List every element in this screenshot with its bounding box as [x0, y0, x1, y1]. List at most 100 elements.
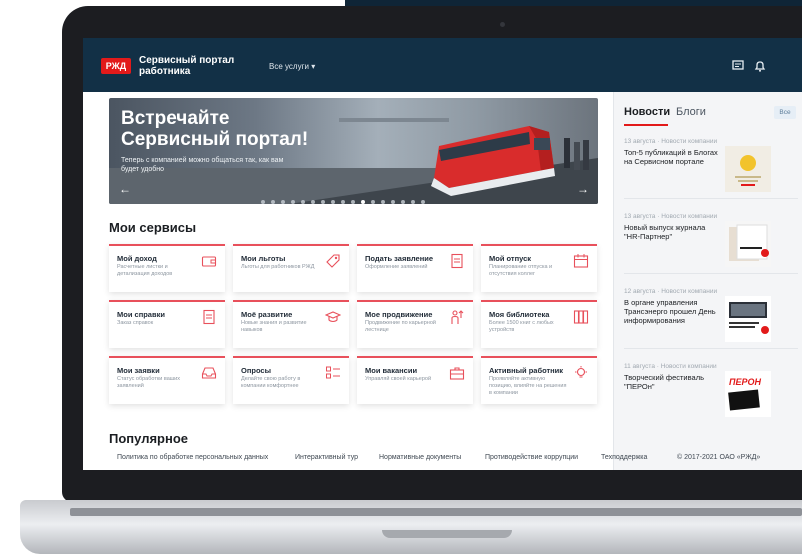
service-card-requests[interactable]: Мои заявки Статус обработки ваших заявле… — [109, 356, 225, 404]
card-title: Мой доход — [117, 254, 157, 263]
app-title[interactable]: Сервисный портал работника — [139, 55, 249, 77]
carousel-dot[interactable] — [401, 200, 405, 204]
carousel-dot[interactable] — [301, 200, 305, 204]
rzd-logo[interactable]: РЖД — [101, 58, 131, 74]
card-title: Моя библиотека — [489, 310, 550, 319]
all-services-label: Все услуги — [269, 62, 309, 71]
all-news-button[interactable]: Все — [774, 106, 796, 119]
carousel-dot[interactable] — [281, 200, 285, 204]
carousel-dot[interactable] — [321, 200, 325, 204]
carousel-dot[interactable] — [421, 200, 425, 204]
footer-link-support[interactable]: Техподдержка — [601, 454, 647, 461]
carousel-dot[interactable] — [291, 200, 295, 204]
card-subtitle: Делайте свою работу в компании комфортне… — [241, 376, 301, 389]
card-subtitle: Продвижение по карьерной лестнице — [365, 320, 436, 333]
document-icon — [451, 253, 463, 269]
card-subtitle: Управляй своей карьерой — [365, 376, 432, 382]
card-subtitle: Проявляйте активную позицию, влияйте на … — [489, 376, 567, 396]
news-item[interactable]: 13 августа · Новости компании Топ-5 публ… — [624, 138, 798, 199]
chat-icon[interactable] — [731, 59, 745, 73]
carousel-dot[interactable] — [351, 200, 355, 204]
footer-link-privacy[interactable]: Политика по обработке персональных данны… — [117, 454, 268, 461]
popular-heading: Популярное — [109, 431, 189, 446]
graduation-cap-icon — [325, 311, 341, 323]
service-card-surveys[interactable]: Опросы Делайте свою работу в компании ко… — [233, 356, 349, 404]
news-item[interactable]: 11 августа · Новости компании Творческий… — [624, 363, 798, 417]
service-card-active-worker[interactable]: Активный работник Проявляйте активную по… — [481, 356, 597, 404]
briefcase-icon — [449, 367, 465, 380]
thumbnail-ticket — [728, 389, 760, 411]
banner-title: Встречайте Сервисный портал! — [121, 108, 309, 150]
service-card-benefits[interactable]: Мои льготы Льготы для работников РЖД — [233, 244, 349, 292]
banner-next-arrow-icon[interactable]: → — [577, 182, 589, 196]
lightbulb-icon — [575, 366, 587, 378]
service-card-certificates[interactable]: Мои справки Заказ справок — [109, 300, 225, 348]
card-title: Мой отпуск — [489, 254, 532, 263]
footer-link-anticorruption[interactable]: Противодействие коррупции — [485, 454, 578, 461]
service-card-development[interactable]: Моё развитие Новые знания и развитие нав… — [233, 300, 349, 348]
services-heading: Мои сервисы — [109, 220, 197, 235]
all-services-menu[interactable]: Все услуги ▾ — [269, 62, 315, 71]
screen: РЖД Сервисный портал работника Все услуг… — [83, 38, 802, 470]
banner-subtitle: Теперь с компанией можно общаться так, к… — [121, 157, 284, 173]
card-title: Опросы — [241, 366, 272, 375]
service-card-library[interactable]: Моя библиотека Более 1500 книг с любых у… — [481, 300, 597, 348]
service-card-application[interactable]: Подать заявление Оформление заявлений — [357, 244, 473, 292]
card-title: Моё развитие — [241, 310, 293, 319]
promo-banner[interactable]: Встречайте Сервисный портал! Теперь с ко… — [109, 98, 598, 204]
news-thumbnail-image — [725, 296, 771, 342]
card-title: Мои льготы — [241, 254, 286, 263]
card-subtitle: Планирование отпуска и отсутствия коллег — [489, 264, 553, 277]
footer-link-regulations[interactable]: Нормативные документы — [379, 454, 461, 461]
news-date: 13 августа · Новости компании — [624, 213, 718, 220]
carousel-dots — [261, 191, 431, 204]
carousel-dot[interactable] — [381, 200, 385, 204]
service-card-vacation[interactable]: Мой отпуск Планирование отпуска и отсутс… — [481, 244, 597, 292]
news-date: 13 августа · Новости компании — [624, 138, 718, 145]
wallet-icon — [201, 256, 217, 267]
tag-icon — [326, 254, 340, 268]
carousel-dot[interactable] — [311, 200, 315, 204]
card-title: Подать заявление — [365, 254, 434, 263]
carousel-dot[interactable] — [261, 200, 265, 204]
news-title: Топ-5 публикаций в Блогах на Сервисном п… — [624, 148, 718, 166]
checklist-icon — [326, 366, 340, 379]
news-title: В органе управления Трансэнерго прошел Д… — [624, 298, 716, 325]
card-title: Мои справки — [117, 310, 165, 319]
camera — [500, 22, 505, 27]
news-thumbnail-image — [725, 146, 771, 192]
card-subtitle: Расчетные листки и детализация доходов — [117, 264, 173, 277]
footer: Политика по обработке персональных данны… — [83, 450, 760, 470]
footer-copyright: © 2017-2021 ОАО «РЖД» — [677, 454, 761, 461]
calendar-icon — [573, 254, 589, 268]
card-subtitle: Более 1500 книг с любых устройств — [489, 320, 554, 333]
service-card-promotion[interactable]: Мое продвижение Продвижение по карьерной… — [357, 300, 473, 348]
laptop-hinge — [70, 508, 802, 516]
card-title: Мое продвижение — [365, 310, 433, 319]
card-title: Мои вакансии — [365, 366, 418, 375]
carousel-dot[interactable] — [331, 200, 335, 204]
service-card-income[interactable]: Мой доход Расчетные листки и детализация… — [109, 244, 225, 292]
thumbnail-logo-text: ПЕРОН — [729, 377, 761, 387]
tab-blogs[interactable]: Блоги — [676, 106, 706, 118]
inbox-icon — [201, 367, 217, 379]
footer-link-tour[interactable]: Интерактивный тур — [295, 454, 358, 461]
news-thumbnail-image — [725, 221, 771, 267]
news-panel: Новости Блоги Все 13 августа · Новости к… — [613, 92, 802, 470]
carousel-dot[interactable] — [371, 200, 375, 204]
carousel-dot[interactable] — [341, 200, 345, 204]
carousel-dot[interactable] — [411, 200, 415, 204]
carousel-dot-active[interactable] — [361, 200, 365, 204]
news-item[interactable]: 13 августа · Новости компании Новый выпу… — [624, 213, 798, 274]
card-subtitle: Оформление заявлений — [365, 264, 428, 270]
carousel-dot[interactable] — [391, 200, 395, 204]
card-title: Мои заявки — [117, 366, 160, 375]
bell-icon[interactable] — [753, 59, 767, 73]
carousel-dot[interactable] — [271, 200, 275, 204]
tab-news[interactable]: Новости — [624, 106, 670, 118]
news-title: Новый выпуск журнала "HR-Партнер" — [624, 223, 706, 241]
banner-prev-arrow-icon[interactable]: ← — [119, 182, 131, 196]
news-date: 11 августа · Новости компании — [624, 363, 717, 370]
news-item[interactable]: 12 августа · Новости компании В органе у… — [624, 288, 798, 349]
service-card-vacancies[interactable]: Мои вакансии Управляй своей карьерой — [357, 356, 473, 404]
